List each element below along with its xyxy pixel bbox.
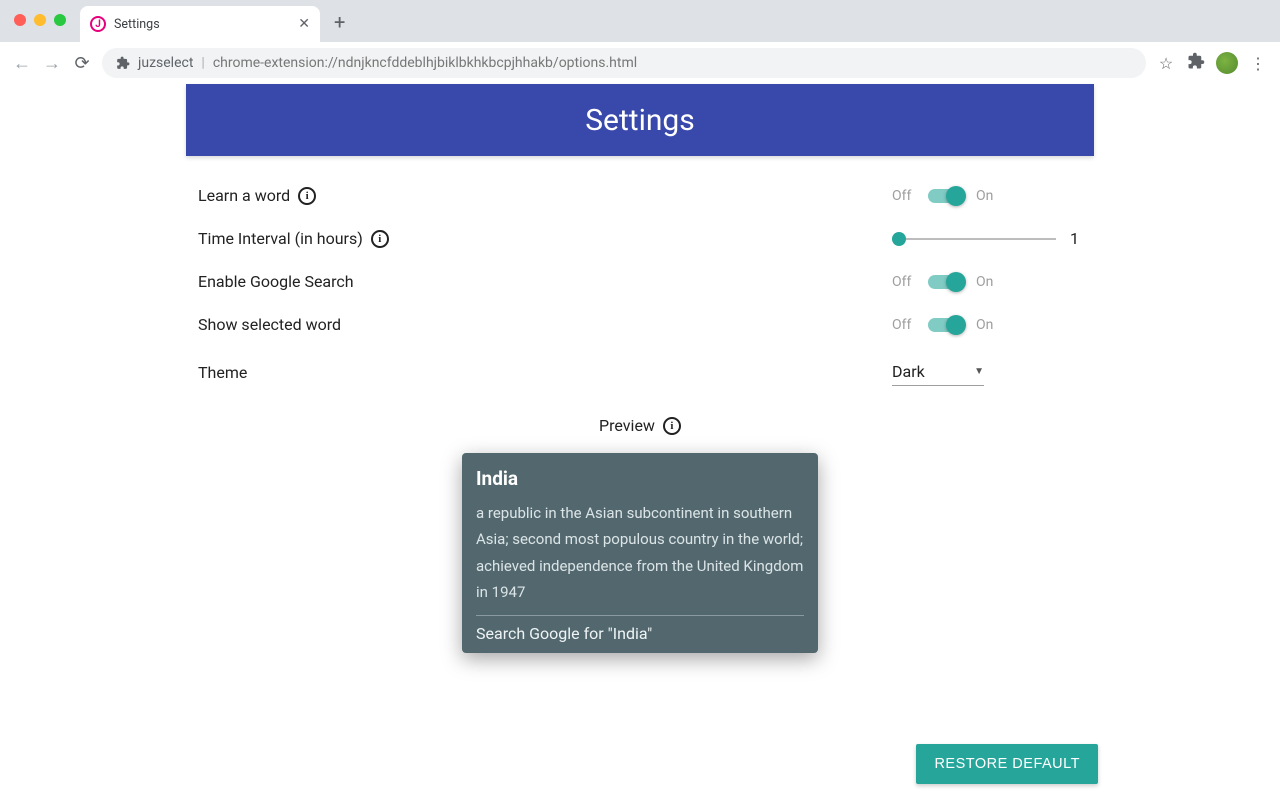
close-tab-icon[interactable]: ✕: [298, 16, 310, 32]
slider-interval[interactable]: [892, 238, 1056, 240]
select-theme[interactable]: Dark ▼: [892, 358, 984, 386]
browser-chrome: J Settings ✕ + ← → ⟳ juzselect | chrome-…: [0, 0, 1280, 84]
preview-label-text: Preview: [599, 416, 655, 435]
select-theme-value: Dark: [892, 362, 925, 381]
toggle-on-label: On: [976, 188, 1000, 204]
toggle-on-label: On: [976, 274, 1000, 290]
label-learn-word: Learn a word: [198, 186, 290, 205]
back-icon[interactable]: ←: [12, 53, 32, 74]
window-controls: [14, 14, 66, 26]
preview-card-body: a republic in the Asian subcontinent in …: [476, 500, 804, 616]
extension-icon: [116, 56, 130, 70]
label-theme: Theme: [198, 363, 247, 382]
forward-icon[interactable]: →: [42, 53, 62, 74]
page-title: Settings: [585, 103, 695, 138]
row-learn-word: Learn a word i Off On: [198, 186, 1082, 205]
menu-icon[interactable]: ⋮: [1248, 54, 1268, 73]
preview-card-action[interactable]: Search Google for "India": [476, 616, 804, 643]
toggle-learn-word[interactable]: [928, 189, 964, 203]
row-google-search: Enable Google Search Off On: [198, 272, 1082, 291]
toggle-on-label: On: [976, 317, 1000, 333]
toggle-off-label: Off: [892, 317, 916, 333]
address-bar: ← → ⟳ juzselect | chrome-extension://ndn…: [0, 42, 1280, 84]
restore-default-label: RESTORE DEFAULT: [934, 756, 1080, 772]
profile-avatar-icon[interactable]: [1216, 52, 1238, 74]
restore-default-button[interactable]: RESTORE DEFAULT: [916, 744, 1098, 784]
slider-knob[interactable]: [892, 232, 906, 246]
reload-icon[interactable]: ⟳: [72, 53, 92, 74]
preview-card-title: India: [476, 467, 804, 490]
url-path: chrome-extension://ndnjkncfddeblhjbiklbk…: [213, 55, 637, 71]
toggle-show-word[interactable]: [928, 318, 964, 332]
preview-heading: Preview i: [198, 416, 1082, 435]
info-icon[interactable]: i: [663, 417, 681, 435]
row-theme: Theme Dark ▼: [198, 358, 1082, 386]
settings-panel: Learn a word i Off On Time Interval (in …: [186, 156, 1094, 653]
star-icon[interactable]: ☆: [1156, 54, 1176, 73]
chevron-down-icon: ▼: [974, 366, 984, 377]
slider-value: 1: [1070, 229, 1082, 248]
label-interval: Time Interval (in hours): [198, 229, 363, 248]
toggle-off-label: Off: [892, 188, 916, 204]
new-tab-button[interactable]: +: [334, 10, 345, 34]
browser-tab[interactable]: J Settings ✕: [80, 6, 320, 42]
tab-title: Settings: [114, 17, 290, 32]
toggle-off-label: Off: [892, 274, 916, 290]
page-content: Settings Learn a word i Off On Time Inte…: [0, 84, 1280, 653]
row-interval: Time Interval (in hours) i 1: [198, 229, 1082, 248]
label-show-word: Show selected word: [198, 315, 341, 334]
preview-card: India a republic in the Asian subcontine…: [462, 453, 818, 653]
extensions-icon[interactable]: [1186, 52, 1206, 74]
close-window-icon[interactable]: [14, 14, 26, 26]
tab-bar: J Settings ✕ +: [0, 0, 1280, 42]
minimize-window-icon[interactable]: [34, 14, 46, 26]
url-host: juzselect: [138, 55, 193, 71]
info-icon[interactable]: i: [298, 187, 316, 205]
row-show-word: Show selected word Off On: [198, 315, 1082, 334]
label-google-search: Enable Google Search: [198, 272, 354, 291]
tab-favicon-icon: J: [90, 16, 106, 32]
toggle-google-search[interactable]: [928, 275, 964, 289]
page-header: Settings: [186, 84, 1094, 156]
url-field[interactable]: juzselect | chrome-extension://ndnjkncfd…: [102, 48, 1146, 78]
maximize-window-icon[interactable]: [54, 14, 66, 26]
url-separator: |: [201, 55, 204, 71]
info-icon[interactable]: i: [371, 230, 389, 248]
